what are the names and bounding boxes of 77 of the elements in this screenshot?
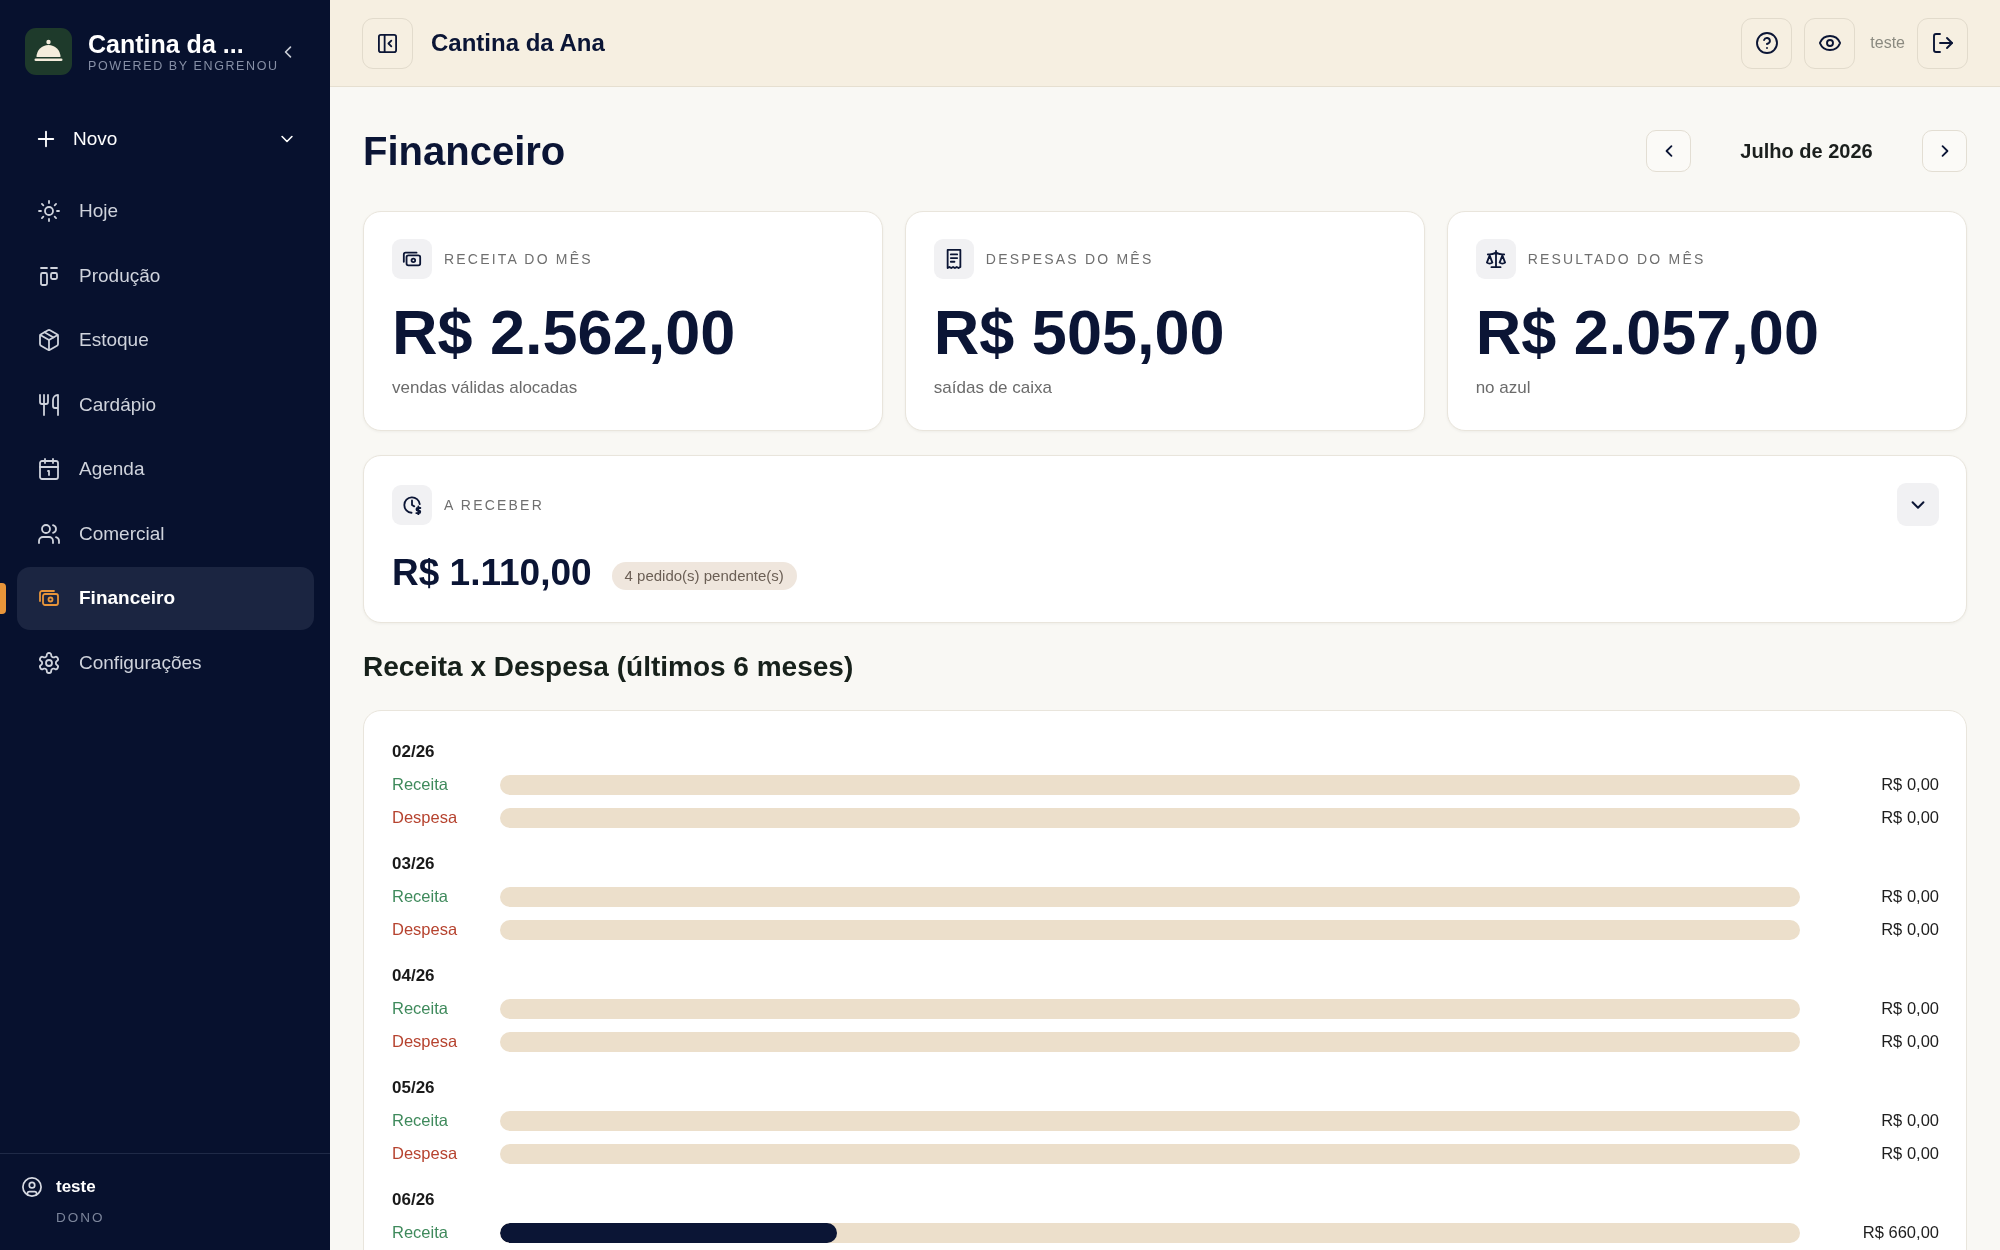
users-icon <box>37 522 60 545</box>
logout-button[interactable] <box>1917 17 1968 69</box>
box-icon <box>37 329 60 351</box>
month-label: 03/26 <box>392 854 435 873</box>
card-value: R$ 1.110,00 <box>392 551 592 595</box>
settings-icon <box>37 651 60 674</box>
nav-item[interactable]: Estoque <box>17 308 314 372</box>
nav-item[interactable]: Cardápio <box>17 373 314 436</box>
series-label: Receita <box>392 1223 448 1241</box>
user-role: DONO <box>56 1210 105 1226</box>
sun-icon <box>37 200 60 222</box>
expand-button[interactable] <box>1897 483 1939 526</box>
calendar-icon <box>37 458 60 480</box>
visibility-button[interactable] <box>1804 17 1856 69</box>
card-caption: saídas de caixa <box>933 377 1053 399</box>
new-menu-button[interactable]: Novo <box>36 115 296 163</box>
brand-title: Cantina da ... <box>88 29 245 58</box>
sidebar-toggle-button[interactable] <box>362 17 413 69</box>
nav-item[interactable]: Produção <box>17 244 314 307</box>
eye-icon <box>1818 32 1841 54</box>
help-button[interactable] <box>1741 17 1793 69</box>
amount-text: R$ 0,00 <box>1881 1032 1939 1051</box>
utensils-icon <box>37 393 60 416</box>
amount-text: R$ 0,00 <box>1881 808 1939 827</box>
nav-item[interactable]: Agenda <box>17 437 314 501</box>
series-label: Receita <box>392 887 448 905</box>
series-label: Receita <box>392 999 448 1017</box>
card-caption: vendas válidas alocadas <box>392 377 579 399</box>
nav-item[interactable]: Hoje <box>17 179 314 243</box>
nav-item[interactable]: Comercial <box>17 502 314 565</box>
plus-icon <box>36 129 56 149</box>
month-label: 04/26 <box>392 966 435 985</box>
banknotes-icon <box>37 587 60 609</box>
logout-icon <box>1931 32 1954 54</box>
panel-icon <box>377 32 398 54</box>
card-label: RECEITA DO MÊS <box>444 251 593 267</box>
series-label: Receita <box>392 775 448 793</box>
amount-text: R$ 0,00 <box>1881 1144 1939 1163</box>
brand-subtitle: POWERED BY ENGRENOU <box>88 58 279 74</box>
header-title: Cantina da Ana <box>431 29 605 57</box>
series-label: Despesa <box>392 1144 458 1162</box>
active-indicator <box>0 582 6 614</box>
amount-text: R$ 0,00 <box>1881 887 1939 906</box>
series-label: Receita <box>392 1111 448 1129</box>
receipt-icon <box>933 239 974 279</box>
month-label: 05/26 <box>392 1078 435 1097</box>
columns-icon <box>37 264 60 287</box>
card-value: R$ 505,00 <box>933 297 1225 367</box>
period-label: Julho de 2026 <box>1739 139 1874 163</box>
pending-orders-badge: 4 pedido(s) pendente(s) <box>611 562 797 590</box>
user-icon <box>22 1177 42 1197</box>
nav-item[interactable]: Configurações <box>17 631 314 694</box>
page-title: Financeiro <box>363 128 566 175</box>
amount-text: R$ 0,00 <box>1881 999 1939 1018</box>
user-name: teste <box>1870 34 1905 52</box>
amount-text: R$ 0,00 <box>1881 920 1939 939</box>
series-label: Despesa <box>392 1032 458 1050</box>
scale-icon <box>1475 239 1516 279</box>
cloche-icon <box>25 28 72 75</box>
card-value: R$ 2.562,00 <box>392 297 736 367</box>
banknotes-icon <box>392 239 432 279</box>
card-label: RESULTADO DO MÊS <box>1527 251 1706 267</box>
month-label: 02/26 <box>392 742 435 761</box>
help-icon <box>1755 32 1778 54</box>
month-label: 06/26 <box>392 1190 435 1209</box>
card-label: A RECEBER <box>444 496 544 513</box>
amount-text: R$ 0,00 <box>1881 775 1939 794</box>
clock-dollar-icon <box>392 484 432 525</box>
amount-text: R$ 0,00 <box>1881 1111 1939 1130</box>
card-value: R$ 2.057,00 <box>1475 297 1819 367</box>
card-caption: no azul <box>1475 377 1532 399</box>
user-name: teste <box>56 1177 96 1197</box>
amount-text: R$ 660,00 <box>1862 1223 1939 1242</box>
series-label: Despesa <box>392 808 458 826</box>
series-label: Despesa <box>392 920 458 938</box>
card-label: DESPESAS DO MÊS <box>985 251 1154 267</box>
section-title: Receita x Despesa (últimos 6 meses) <box>363 651 855 683</box>
